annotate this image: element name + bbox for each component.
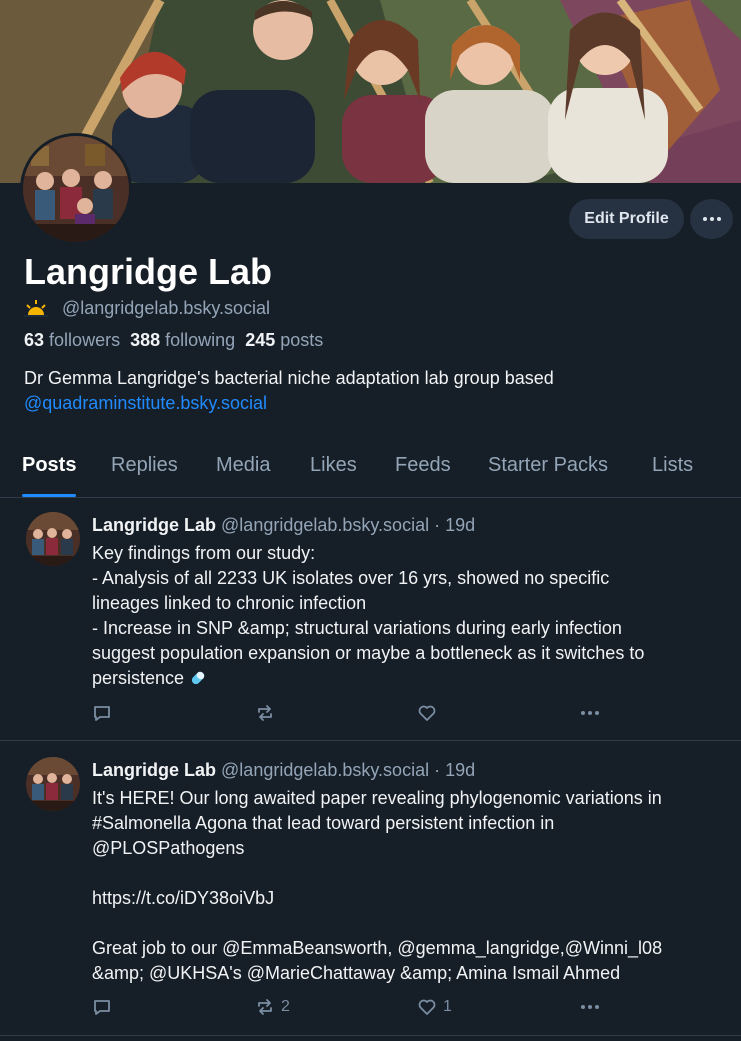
repost-button[interactable] [255,703,281,723]
heart-icon [418,705,436,721]
post-author-name[interactable]: Langridge Lab [92,515,216,535]
bio-mention-link[interactable]: @quadraminstitute.bsky.social [24,393,267,414]
post-text-line: @PLOSPathogens [92,838,245,858]
profile-tabs: Posts Replies Media Likes Feeds Starter … [0,440,741,498]
post-author-name[interactable]: Langridge Lab [92,760,216,780]
reply-icon [94,706,110,721]
post-author-handle[interactable]: @langridgelab.bsky.social [221,760,429,780]
like-count: 1 [443,998,452,1015]
tab-feeds[interactable]: Feeds [395,454,451,477]
like-button[interactable]: 1 [417,997,452,1017]
repost-icon [258,705,272,721]
post-text-line: persistence [92,668,207,689]
post-text-line: &amp; @UKHSA's @MarieChattaway &amp; Ami… [92,963,621,983]
reply-button[interactable] [92,703,118,723]
active-tab-indicator [22,494,76,497]
post-timestamp[interactable]: · 19d [434,515,475,535]
post-text-line: lineages linked to chronic infection [92,593,367,613]
tab-replies[interactable]: Replies [111,454,178,477]
post-link[interactable]: https://t.co/iDY38oiVbJ [92,888,274,909]
more-icon [581,711,599,715]
feed-post[interactable]: Langridge Lab @langridgelab.bsky.social … [0,498,741,741]
posts-stat: 245 posts [245,330,324,350]
heart-icon [418,999,436,1015]
pill-emoji-icon [191,671,205,685]
reply-button[interactable] [92,997,118,1017]
repost-button[interactable]: 2 [255,997,290,1017]
post-text-line: Great job to our @EmmaBeansworth, @gemma… [92,938,663,958]
post-author-handle[interactable]: @langridgelab.bsky.social [221,515,429,535]
post-more-button[interactable] [580,703,600,723]
post-header: Langridge Lab @langridgelab.bsky.social … [92,515,475,536]
profile-bio: Dr Gemma Langridge's bacterial niche ada… [24,368,554,388]
post-text-line: suggest population expansion or maybe a … [92,643,645,663]
followers-stat[interactable]: 63 followers [24,330,120,351]
post-author-avatar[interactable] [26,512,80,566]
reply-icon [94,1000,110,1015]
repost-icon [258,999,272,1015]
like-button[interactable] [417,703,443,723]
profile-handle-row: @langridgelab.bsky.social [24,296,270,320]
post-text-line: Key findings from our study: [92,543,316,563]
profile-handle[interactable]: @langridgelab.bsky.social [62,298,270,319]
tab-posts[interactable]: Posts [22,454,76,477]
more-icon [581,1005,599,1009]
post-text-line: #Salmonella Agona that lead toward persi… [92,813,555,833]
post-author-avatar[interactable] [26,757,80,811]
edit-profile-button[interactable]: Edit Profile [569,199,684,239]
tab-starter-packs[interactable]: Starter Packs [488,454,608,477]
post-header: Langridge Lab @langridgelab.bsky.social … [92,760,475,781]
post-text-line: It's HERE! Our long awaited paper reveal… [92,788,662,808]
post-timestamp[interactable]: · 19d [434,760,475,780]
feed-post[interactable]: Langridge Lab @langridgelab.bsky.social … [0,741,741,1036]
profile-avatar[interactable] [20,133,132,245]
tab-lists[interactable]: Lists [652,454,693,477]
sun-emoji-icon [24,300,48,317]
repost-count: 2 [281,998,290,1015]
tab-media[interactable]: Media [216,454,270,477]
post-more-button[interactable] [580,997,600,1017]
post-text-line: - Increase in SNP &amp; structural varia… [92,618,622,638]
profile-more-button[interactable] [690,199,733,239]
post-text-line: - Analysis of all 2233 UK isolates over … [92,568,610,588]
profile-display-name: Langridge Lab [24,251,273,292]
following-stat[interactable]: 388 following [130,330,235,351]
more-icon [702,217,721,221]
tab-likes[interactable]: Likes [310,454,357,477]
profile-stats: 63 followers 388 following 245 posts [24,330,323,351]
